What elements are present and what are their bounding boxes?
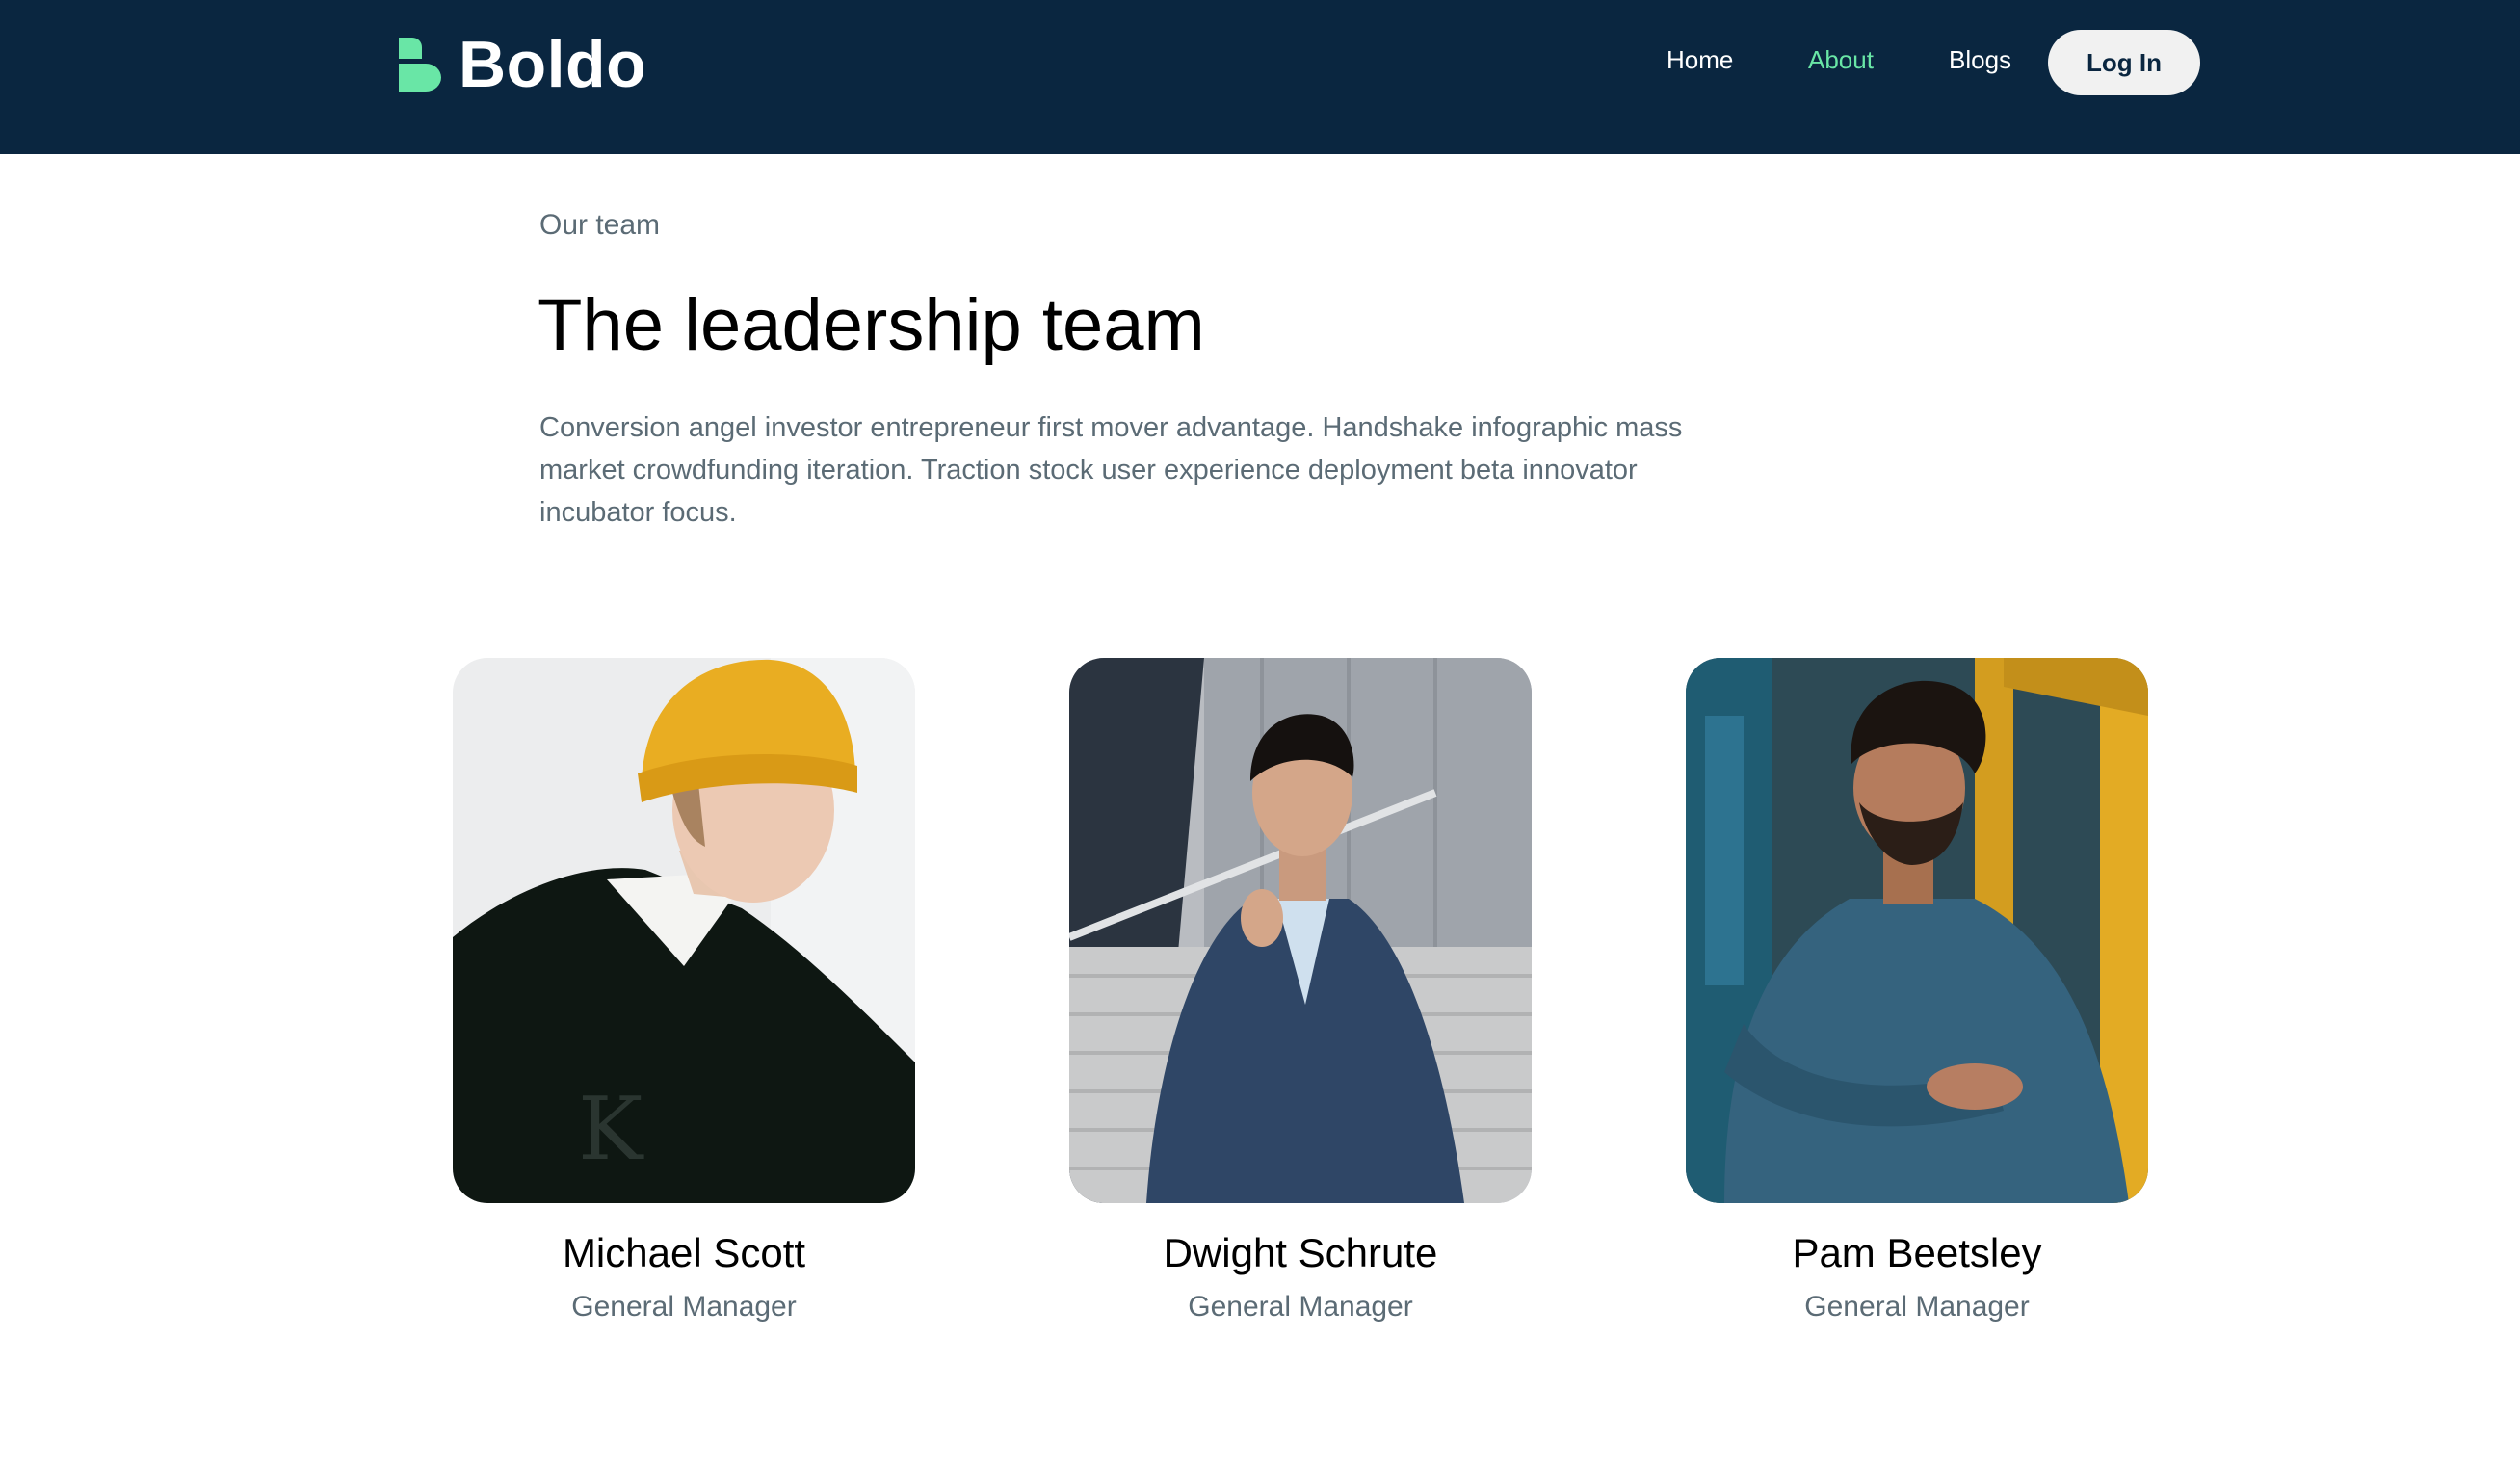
member-role: General Manager [1188,1291,1413,1323]
section-eyebrow: Our team [539,209,661,241]
member-name: Michael Scott [562,1230,806,1275]
member-photo [1686,658,2148,1203]
svg-text:K: K [578,1079,644,1180]
boldo-logo-icon [399,38,441,92]
brand-logo[interactable]: Boldo [399,28,647,101]
nav-about-link[interactable]: About [1808,42,1874,77]
login-button[interactable]: Log In [2048,30,2200,95]
brand-name: Boldo [459,28,647,101]
nav-home-link[interactable]: Home [1667,42,1733,77]
section-title: The leadership team [538,284,1205,366]
member-photo: K [453,658,915,1203]
member-role: General Manager [571,1291,797,1323]
nav-blogs-link[interactable]: Blogs [1949,42,2011,77]
member-photo [1069,658,1532,1203]
site-header: Boldo Home About Blogs Log In [0,0,2520,154]
team-member-card: Pam Beetsley General Manager [1686,658,2148,1326]
member-role: General Manager [1804,1291,2030,1323]
member-name: Pam Beetsley [1792,1230,2042,1275]
team-member-card: Dwight Schrute General Manager [1069,658,1532,1326]
team-member-card: K Michael Scott General Manager [453,658,915,1326]
section-description: Conversion angel investor entrepreneur f… [539,412,1683,528]
member-name: Dwight Schrute [1163,1230,1438,1275]
